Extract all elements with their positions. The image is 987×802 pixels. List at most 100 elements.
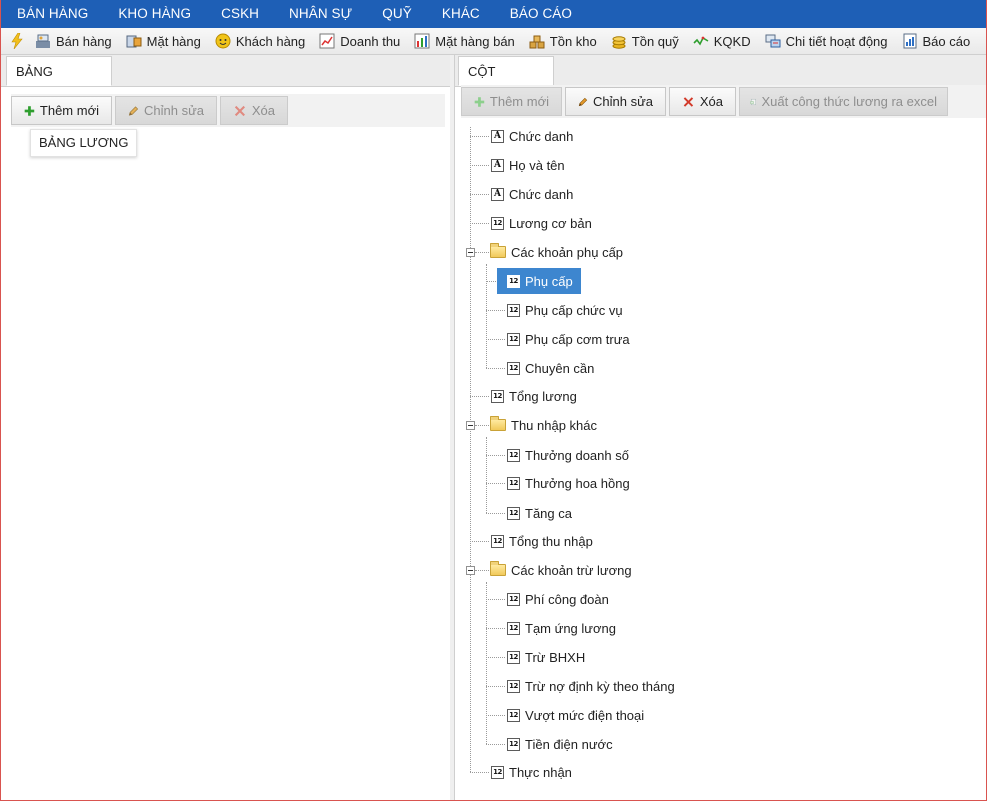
tree-line	[486, 657, 505, 658]
quick-action-button[interactable]	[1, 29, 29, 53]
tree-node-label: Các khoản trừ lương	[511, 562, 632, 578]
tree-node[interactable]: A Họ và tên	[491, 153, 565, 177]
tree-node[interactable]: 12 Chuyên cần	[507, 356, 594, 380]
tree-line	[475, 570, 489, 571]
number-field-icon: 12	[507, 303, 520, 317]
tree-node-label: Tạm ứng lương	[525, 620, 616, 636]
menu-khac[interactable]: KHÁC	[427, 0, 495, 28]
add-button-label: Thêm mới	[39, 103, 99, 118]
number-field-icon: 12	[507, 361, 520, 375]
tree-folder[interactable]: Các khoản phụ cấp	[490, 240, 623, 264]
tree-line	[470, 541, 489, 542]
number-field-icon: 12	[507, 448, 520, 462]
tree-node[interactable]: 12 Thưởng hoa hồng	[507, 471, 630, 495]
tree-node[interactable]: 12 Tăng ca	[507, 501, 572, 525]
tree-node[interactable]: 12 Phụ cấp cơm trưa	[507, 327, 630, 351]
tree-line	[486, 582, 487, 744]
toolbar-kqkd[interactable]: KQKD	[687, 29, 759, 53]
salary-table-item[interactable]: BẢNG LƯƠNG	[30, 129, 138, 157]
menu-quy[interactable]: QUỸ	[367, 0, 427, 28]
toolbar-bao-cao[interactable]: Báo cáo	[896, 29, 979, 53]
tree-node-label: Các khoản phụ cấp	[511, 244, 624, 260]
toolbar-ton-kho[interactable]: Tồn kho	[523, 29, 605, 53]
number-field-icon: 12	[491, 534, 504, 548]
tree-node[interactable]: 12 Vượt mức điện thoại	[507, 703, 644, 727]
menu-bao-cao[interactable]: BÁO CÁO	[495, 0, 587, 28]
folder-icon	[490, 243, 506, 258]
tab-cot-luong[interactable]: CỘT LƯƠNG	[458, 56, 554, 108]
toolbar-label: Báo cáo	[922, 33, 971, 49]
tree-node-label: Phí công đoàn	[525, 591, 609, 607]
tree-node[interactable]: 12 Phụ cấp chức vụ	[507, 298, 623, 322]
toolbar-ban-hang[interactable]: Bán hàng	[29, 29, 120, 53]
delete-button-label: Xóa	[251, 103, 275, 118]
delete-column-button[interactable]: Xóa	[669, 87, 736, 116]
tree-folder[interactable]: Các khoản trừ lương	[490, 558, 632, 582]
number-field-icon: 12	[507, 476, 520, 490]
collapse-toggle[interactable]	[466, 248, 475, 257]
number-field-icon: 12	[507, 650, 520, 664]
tree-node[interactable]: 12 Tiền điện nước	[507, 732, 613, 756]
number-field-icon: 12	[507, 621, 520, 635]
tree-node-label: Chức danh	[509, 186, 574, 202]
kqkd-icon	[693, 36, 709, 46]
close-icon	[234, 105, 245, 116]
tree-node-label: Vượt mức điện thoại	[525, 707, 645, 723]
tree-line	[470, 772, 489, 773]
tree-node-label: Tăng ca	[525, 505, 572, 521]
tree-node[interactable]: 12 Tạm ứng lương	[507, 616, 616, 640]
menu-cskh[interactable]: CSKH	[206, 0, 274, 28]
left-button-row: Thêm mới Chỉnh sửa Xóa	[11, 94, 445, 127]
toolbar-doanh-thu[interactable]: Doanh thu	[313, 29, 408, 53]
tree-node-label: Tổng thu nhập	[509, 533, 593, 549]
menu-nhan-su[interactable]: NHÂN SỰ	[274, 0, 367, 28]
tree-node[interactable]: 12 Tổng thu nhập	[491, 529, 593, 553]
toolbar-ton-quy[interactable]: Tồn quỹ	[605, 29, 687, 53]
tree-node[interactable]: 12 Thưởng doanh số	[507, 443, 629, 467]
tree-node-label: Lương cơ bản	[509, 215, 592, 231]
tree-line	[470, 194, 489, 195]
tree-node-selected[interactable]: 12 Phụ cấp	[497, 268, 581, 294]
toolbar-mat-hang-ban[interactable]: Mặt hàng bán	[408, 29, 523, 53]
add-column-button[interactable]: Thêm mới	[461, 87, 562, 116]
tree-node[interactable]: 12 Trừ nợ định kỳ theo tháng	[507, 674, 675, 698]
toolbar-label: Mặt hàng	[146, 33, 201, 49]
tab-bang-luong[interactable]: BẢNG LƯƠNG	[6, 56, 112, 108]
toolbar-chi-tiet-hoat-dong[interactable]: Chi tiết hoạt động	[759, 29, 896, 53]
collapse-toggle[interactable]	[466, 421, 475, 430]
tree-node-label: Thưởng doanh số	[525, 447, 629, 463]
tree-line	[486, 628, 505, 629]
excel-icon	[750, 98, 756, 105]
tree-line	[470, 396, 489, 397]
tree-node-label: Tiền điện nước	[525, 736, 613, 752]
tree-node-label: Chức danh	[509, 128, 574, 144]
toolbar-khach-hang[interactable]: Khách hàng	[209, 29, 313, 53]
add-button[interactable]: Thêm mới	[11, 96, 112, 125]
edit-column-button[interactable]: Chỉnh sửa	[565, 87, 666, 116]
salary-column-tree: A Chức danh A Họ và tên A Chức danh 12 Lương…	[455, 119, 986, 799]
tree-node[interactable]: 12 Phí công đoàn	[507, 587, 609, 611]
collapse-toggle[interactable]	[466, 566, 475, 575]
tree-node[interactable]: 12 Trừ BHXH	[507, 645, 585, 669]
left-tabstrip: BẢNG LƯƠNG	[1, 55, 450, 108]
edit-button-label: Chỉnh sửa	[143, 103, 204, 118]
tree-folder[interactable]: Thu nhập khác	[490, 413, 597, 437]
menu-kho-hang[interactable]: KHO HÀNG	[103, 0, 206, 28]
tree-line	[486, 513, 505, 514]
edit-button[interactable]: Chỉnh sửa	[115, 96, 217, 125]
toolbar-mat-hang[interactable]: Mặt hàng	[120, 29, 209, 53]
tree-node[interactable]: 12 Lương cơ bản	[491, 211, 592, 235]
tree-line	[475, 425, 489, 426]
sales-chart-icon	[414, 33, 430, 49]
number-field-icon: 12	[491, 216, 504, 230]
number-field-icon: 12	[491, 765, 504, 779]
export-excel-button[interactable]: Xuất công thức lương ra excel	[739, 87, 948, 116]
tree-node[interactable]: 12 Thực nhận	[491, 760, 572, 784]
tree-node[interactable]: A Chức danh	[491, 124, 573, 148]
tree-node[interactable]: A Chức danh	[491, 182, 573, 206]
delete-button[interactable]: Xóa	[220, 96, 288, 125]
tree-node[interactable]: 12 Tổng lương	[491, 384, 577, 408]
pencil-icon	[128, 105, 139, 116]
menu-ban-hang[interactable]: BÁN HÀNG	[1, 0, 103, 28]
plus-icon	[24, 105, 35, 116]
